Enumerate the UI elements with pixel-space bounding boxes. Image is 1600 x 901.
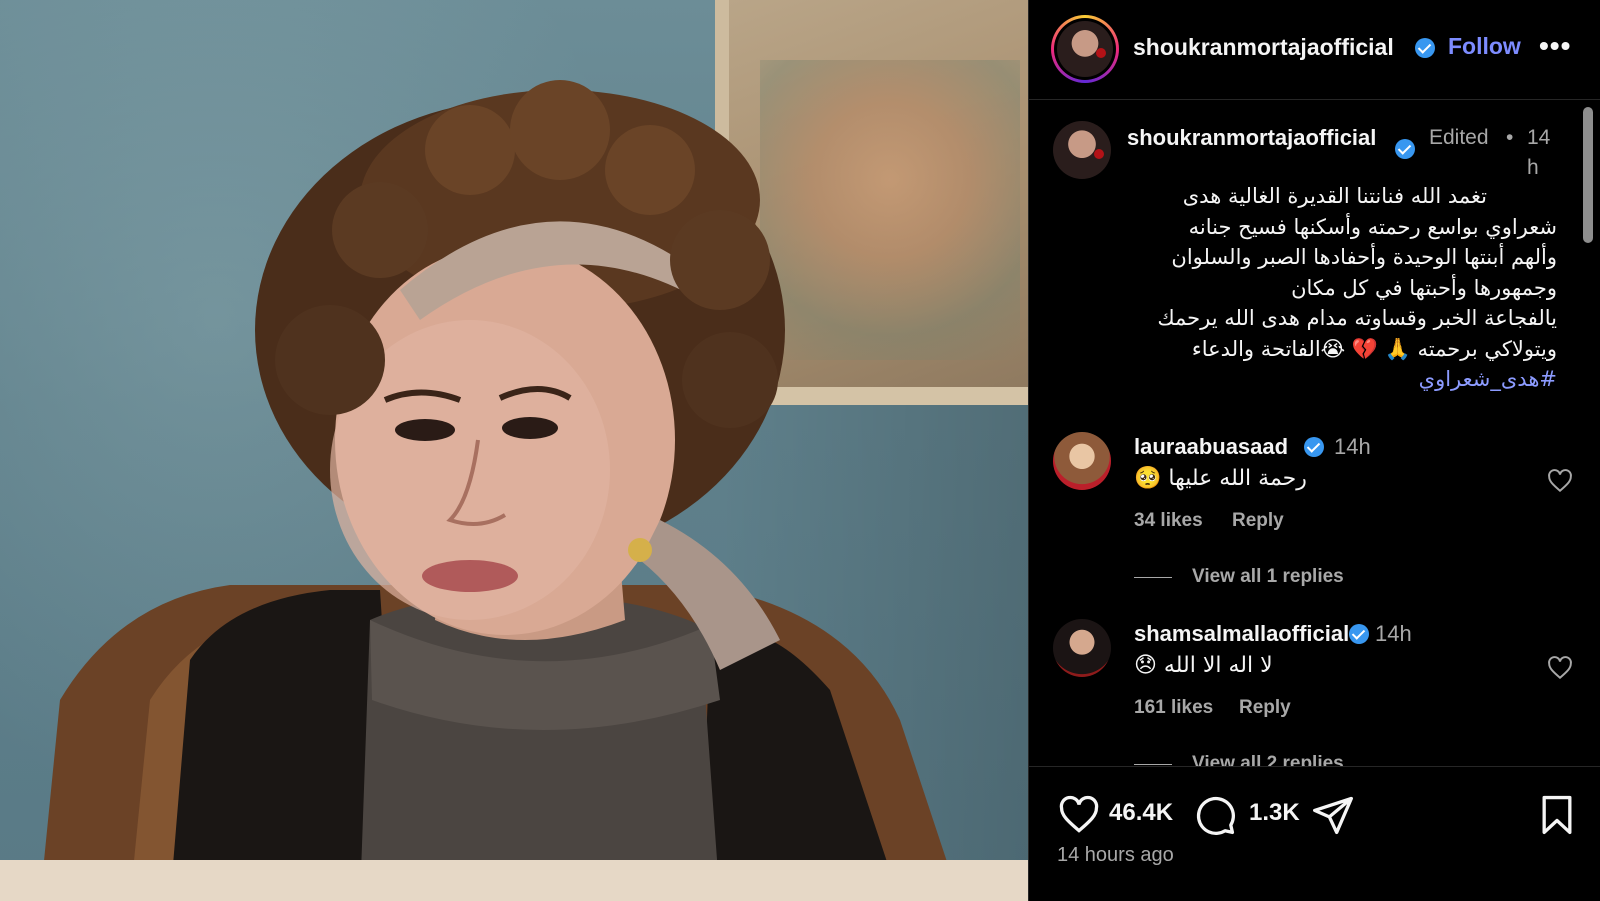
caption-time: 14h <box>1527 126 1551 179</box>
comment-time: 14h <box>1334 434 1371 459</box>
comment-likes[interactable]: 34 likes <box>1134 510 1203 532</box>
edited-label: Edited <box>1429 126 1489 149</box>
follow-button[interactable]: Follow <box>1448 33 1521 60</box>
table-surface <box>0 860 1028 901</box>
verified-badge-icon <box>1349 624 1369 644</box>
post-header: shoukranmortajaofficial Follow ••• <box>1029 0 1600 100</box>
reply-button[interactable]: Reply <box>1239 697 1291 719</box>
divider-line <box>1134 576 1172 578</box>
heart-icon[interactable] <box>1057 793 1101 837</box>
owner-avatar-story-ring[interactable] <box>1051 15 1119 83</box>
separator-dot: • <box>1506 126 1514 149</box>
comment-icon[interactable] <box>1193 793 1237 837</box>
likes-count[interactable]: 46.4K <box>1109 799 1173 827</box>
view-replies-button[interactable]: View all 2 replies <box>1134 753 1344 766</box>
commenter-avatar[interactable] <box>1053 619 1111 677</box>
avatar <box>1057 21 1113 77</box>
caption-username[interactable]: shoukranmortajaofficial <box>1127 123 1395 153</box>
caption-text: تغمد الله فنانتنا القديرة الغالية هدى شع… <box>1127 181 1557 395</box>
comments-count[interactable]: 1.3K <box>1249 799 1300 827</box>
more-options-icon[interactable]: ••• <box>1539 30 1571 62</box>
comment-heart-icon[interactable] <box>1547 655 1573 681</box>
verified-badge-icon <box>1395 139 1415 159</box>
caption-line: تغمد الله فنانتنا القديرة الغالية هدى <box>1182 184 1487 208</box>
reply-button[interactable]: Reply <box>1232 510 1284 532</box>
caption-avatar[interactable] <box>1053 121 1111 179</box>
post-photo[interactable] <box>0 0 1028 901</box>
view-replies-button[interactable]: View all 1 replies <box>1134 566 1344 588</box>
comment-text: لا اله الا الله 😞 <box>1134 653 1273 678</box>
post-timestamp[interactable]: 14 hours ago <box>1057 844 1174 867</box>
bookmark-icon[interactable] <box>1535 793 1579 837</box>
divider-line <box>1134 763 1172 765</box>
view-replies-label: View all 1 replies <box>1192 566 1344 587</box>
caption-line: شعراوي بواسع رحمته وأسكنها فسيح جنانه <box>1188 214 1557 239</box>
caption-line: وجمهورها وأحبتها في كل مكان <box>1291 275 1557 300</box>
verified-badge-icon <box>1304 437 1324 457</box>
post-sidebar: shoukranmortajaofficial Follow ••• shouk… <box>1028 0 1600 901</box>
verified-badge-icon <box>1415 38 1435 58</box>
view-replies-label: View all 2 replies <box>1192 753 1344 766</box>
woman-portrait <box>40 80 960 901</box>
comment-heart-icon[interactable] <box>1547 468 1573 494</box>
commenter-avatar[interactable] <box>1053 432 1111 490</box>
comment-text: رحمة الله عليها 🥺 <box>1134 466 1307 491</box>
post-username[interactable]: shoukranmortajaofficial <box>1133 34 1394 61</box>
comment-time: 14h <box>1375 621 1412 646</box>
send-icon[interactable] <box>1311 793 1355 837</box>
post-actions: 46.4K 1.3K 14 hours ago <box>1029 766 1600 901</box>
comment-likes[interactable]: 161 likes <box>1134 697 1213 719</box>
caption-line: وألهم أبنتها الوحيدة وأحفادها الصبر والس… <box>1171 245 1557 269</box>
comments-panel[interactable]: shoukranmortajaofficial Edited • 14h تغم… <box>1029 101 1600 766</box>
commenter-username[interactable]: lauraabuasaad <box>1134 434 1288 460</box>
hashtag-link[interactable]: #هدى_شعراوي <box>1419 367 1557 391</box>
commenter-username[interactable]: shamsalmallaofficial <box>1134 621 1349 647</box>
comments-scrollbar[interactable] <box>1583 107 1593 243</box>
caption-line: يالفجاعة الخبر وقساوته مدام هدى الله يرح… <box>1157 306 1557 330</box>
caption-line: ويتولاكي برحمته 🙏 💔 😭الفاتحة والدعاء <box>1191 336 1557 361</box>
